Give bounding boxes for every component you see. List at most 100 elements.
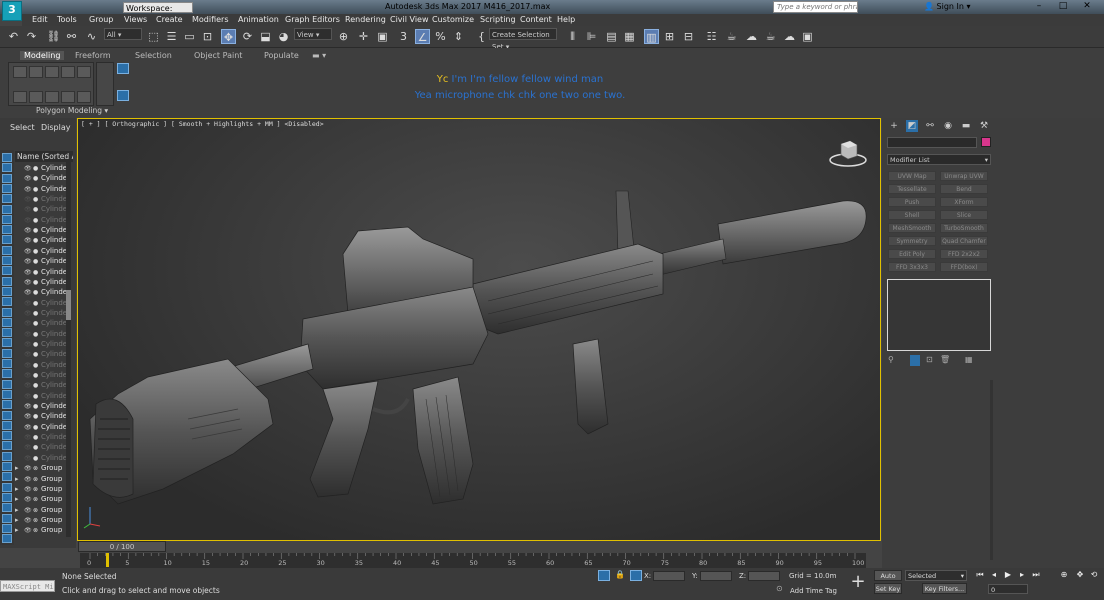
explorer-scrollbar[interactable] bbox=[66, 162, 71, 537]
transform-type-in-icon[interactable] bbox=[630, 570, 642, 581]
explorer-row[interactable]: 👁●Cylinder bbox=[15, 173, 67, 183]
visibility-eye-icon[interactable]: 👁 bbox=[24, 381, 33, 390]
absolute-mode-icon[interactable] bbox=[598, 570, 610, 581]
play-icon[interactable]: ▶ bbox=[1002, 569, 1014, 581]
explorer-filter-icon[interactable] bbox=[2, 441, 12, 451]
visibility-eye-icon[interactable]: 👁 bbox=[24, 526, 33, 535]
menu-create[interactable]: Create bbox=[156, 15, 183, 24]
explorer-filter-icon[interactable] bbox=[2, 194, 12, 204]
auto-key-button[interactable]: Auto Key bbox=[874, 570, 902, 591]
percent-snap-icon[interactable]: % bbox=[433, 29, 448, 44]
visibility-eye-icon[interactable]: 👁 bbox=[24, 506, 33, 515]
visibility-eye-icon[interactable]: 👁 bbox=[24, 423, 33, 432]
modifier-button[interactable]: FFD 2x2x2 bbox=[940, 249, 988, 259]
menu-content[interactable]: Content bbox=[520, 15, 552, 24]
select-rotate-icon[interactable]: ⟳ bbox=[240, 29, 255, 44]
menu-group[interactable]: Group bbox=[89, 15, 113, 24]
minimize-button[interactable]: – bbox=[1028, 0, 1050, 12]
timeline-current-frame-marker[interactable] bbox=[106, 553, 109, 567]
modifier-button[interactable]: TurboSmooth bbox=[940, 223, 988, 233]
explorer-row[interactable]: 👁●Cylinder bbox=[15, 194, 67, 204]
visibility-eye-icon[interactable]: 👁 bbox=[24, 516, 33, 525]
visibility-eye-icon[interactable]: 👁 bbox=[24, 350, 33, 359]
command-panel-scrollbar[interactable] bbox=[990, 380, 993, 560]
explorer-row[interactable]: 👁●Cylinder bbox=[15, 267, 67, 277]
explorer-filter-icon[interactable] bbox=[2, 420, 12, 430]
visibility-eye-icon[interactable]: 👁 bbox=[24, 236, 33, 245]
explorer-filter-icon[interactable] bbox=[2, 245, 12, 255]
visibility-eye-icon[interactable]: 👁 bbox=[24, 402, 33, 411]
modifier-button[interactable]: Unwrap UVW bbox=[940, 171, 988, 181]
remove-modifier-icon[interactable]: 🗑 bbox=[940, 355, 950, 364]
explorer-scroll-thumb[interactable] bbox=[66, 290, 71, 320]
search-input[interactable] bbox=[773, 1, 858, 13]
ribbon-options-icon[interactable]: ▬ ▾ bbox=[312, 51, 326, 60]
visibility-eye-icon[interactable]: 👁 bbox=[24, 495, 33, 504]
modifier-button[interactable]: Symmetry bbox=[888, 236, 936, 246]
modifier-button[interactable]: XForm bbox=[940, 197, 988, 207]
motion-tab-icon[interactable]: ◉ bbox=[942, 120, 954, 132]
explorer-filter-icon[interactable] bbox=[2, 286, 12, 296]
explorer-filter-icon[interactable] bbox=[2, 431, 12, 441]
explorer-row[interactable]: 👁●Cylinder bbox=[15, 432, 67, 442]
zoom-icon[interactable]: ⊕ bbox=[1058, 569, 1070, 581]
menu-graph-editors[interactable]: Graph Editors bbox=[285, 15, 340, 24]
explorer-row[interactable]: ▸ 👁⊗ Group bbox=[15, 515, 67, 525]
visibility-eye-icon[interactable]: 👁 bbox=[24, 454, 33, 463]
explorer-row[interactable]: 👁●Cylinder bbox=[15, 391, 67, 401]
explorer-filter-icon[interactable] bbox=[2, 214, 12, 224]
explorer-row[interactable]: 👁●Cylinder bbox=[15, 235, 67, 245]
place-icon[interactable]: ◕ bbox=[276, 29, 291, 44]
modifier-button[interactable]: Bend bbox=[940, 184, 988, 194]
explorer-filter-icon[interactable] bbox=[2, 482, 12, 492]
explorer-row[interactable]: 👁●Cylinder bbox=[15, 360, 67, 370]
modifier-button[interactable]: Tessellate bbox=[888, 184, 936, 194]
explorer-filter-icon[interactable] bbox=[2, 451, 12, 461]
explorer-filter-icon[interactable] bbox=[2, 163, 12, 173]
hierarchy-tab-icon[interactable]: ⚯ bbox=[924, 120, 936, 132]
visibility-eye-icon[interactable]: 👁 bbox=[24, 278, 33, 287]
pin-stack-icon[interactable]: ⚲ bbox=[888, 355, 894, 364]
explorer-row[interactable]: 👁●Cylinder bbox=[15, 298, 67, 308]
explorer-row[interactable]: 👁●Cylinder bbox=[15, 442, 67, 452]
explorer-filter-icon[interactable] bbox=[2, 379, 12, 389]
menu-modifiers[interactable]: Modifiers bbox=[192, 15, 229, 24]
viewcube-icon[interactable] bbox=[828, 138, 868, 168]
bind-space-warp-icon[interactable]: ∿ bbox=[84, 29, 99, 44]
explorer-row[interactable]: ▸ 👁⊗ Group bbox=[15, 494, 67, 504]
current-frame-input[interactable]: 0 bbox=[988, 584, 1028, 594]
expand-icon[interactable]: ▸ bbox=[15, 515, 24, 525]
visibility-eye-icon[interactable]: 👁 bbox=[24, 443, 33, 452]
ribbon-tab-modeling[interactable]: Modeling bbox=[20, 51, 65, 60]
select-scale-icon[interactable]: ⬓ bbox=[258, 29, 273, 44]
close-button[interactable]: ✕ bbox=[1076, 0, 1098, 12]
align-icon[interactable]: ⊫ bbox=[584, 29, 599, 44]
explorer-row[interactable]: 👁●Cylinder bbox=[15, 318, 67, 328]
object-name-field[interactable] bbox=[887, 137, 977, 148]
modifier-button[interactable]: Edit Poly bbox=[888, 249, 936, 259]
spinner-snap-icon[interactable]: ⇕ bbox=[451, 29, 466, 44]
snaps-toggle-icon[interactable]: 3 bbox=[396, 29, 411, 44]
layer-explorer-icon[interactable]: ▤ bbox=[604, 29, 619, 44]
modifier-stack[interactable] bbox=[887, 279, 991, 351]
visibility-eye-icon[interactable]: 👁 bbox=[24, 309, 33, 318]
explorer-filter-icon[interactable] bbox=[2, 317, 12, 327]
visibility-eye-icon[interactable]: 👁 bbox=[24, 392, 33, 401]
explorer-row[interactable]: 👁●Cylinder bbox=[15, 215, 67, 225]
explorer-filter-icon[interactable] bbox=[2, 389, 12, 399]
explorer-row[interactable]: 👁●Cylinder bbox=[15, 329, 67, 339]
expand-icon[interactable]: ▸ bbox=[15, 505, 24, 515]
modifier-button[interactable]: Slice bbox=[940, 210, 988, 220]
visibility-eye-icon[interactable]: 👁 bbox=[24, 226, 33, 235]
explorer-row[interactable]: 👁●Cylinder bbox=[15, 256, 67, 266]
explorer-row[interactable]: 👁●Cylinder bbox=[15, 204, 67, 214]
select-object-icon[interactable]: ⬚ bbox=[146, 29, 161, 44]
explorer-tab-select[interactable]: Select bbox=[10, 123, 35, 132]
explorer-filter-icon[interactable] bbox=[2, 513, 12, 523]
sign-in-link[interactable]: 👤 Sign In ▾ bbox=[924, 2, 971, 11]
select-move-icon[interactable]: ✥ bbox=[221, 29, 236, 44]
explorer-filter-icon[interactable] bbox=[2, 153, 12, 162]
explorer-filter-icon[interactable] bbox=[2, 256, 12, 265]
menu-views[interactable]: Views bbox=[124, 15, 147, 24]
selection-filter-select[interactable]: All ▾ bbox=[104, 28, 142, 40]
